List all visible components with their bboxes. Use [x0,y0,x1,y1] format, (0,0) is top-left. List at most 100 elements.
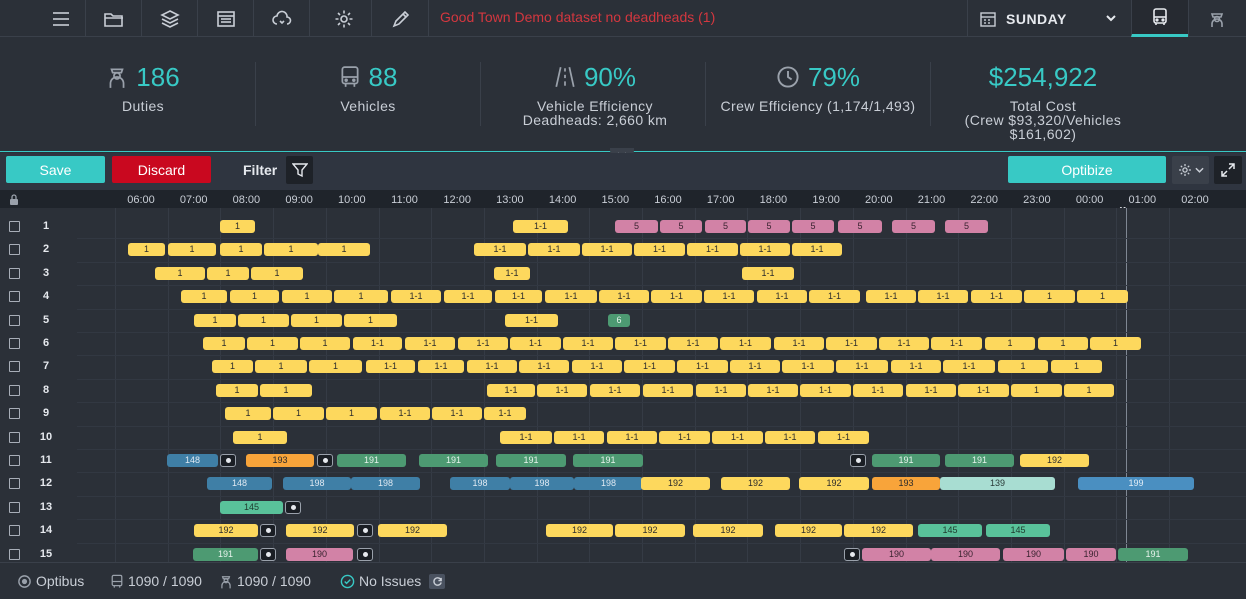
depot-chip[interactable] [220,454,236,467]
trip-block[interactable]: 1 [1077,290,1128,304]
trip-block[interactable]: 190 [1003,547,1064,561]
trip-block[interactable]: 1-1 [730,360,780,374]
trip-block[interactable]: 5 [705,220,746,233]
trip-block[interactable]: 145 [918,524,982,538]
trip-block[interactable]: 145 [986,524,1050,538]
table-row[interactable]: 3 1 1 1 1-1 1-1 [0,262,1246,285]
trip-block[interactable]: 1 [282,290,332,304]
trip-block[interactable]: 1-1 [634,243,685,257]
trip-block[interactable]: 1-1 [380,407,430,421]
trip-block[interactable]: 1-1 [353,337,402,350]
row-checkbox[interactable] [9,408,20,420]
trip-block[interactable]: 1 [1090,337,1141,350]
trip-block[interactable]: 1 [1011,383,1062,397]
depot-chip[interactable] [850,454,866,467]
trip-block[interactable]: 1 [264,243,318,257]
trip-block[interactable]: 1 [1051,360,1102,374]
trip-block[interactable]: 1 [168,243,216,257]
trip-block[interactable]: 1-1 [659,430,710,444]
trip-block[interactable]: 1-1 [866,290,916,304]
trip-block[interactable]: 1 [255,360,307,374]
trip-block[interactable]: 198 [283,477,351,491]
trip-block[interactable]: 1-1 [757,290,807,304]
trip-block[interactable]: 190 [286,547,353,561]
trip-block[interactable]: 192 [693,524,763,538]
lock-icon[interactable] [9,194,19,205]
trip-block[interactable]: 1-1 [607,430,657,444]
trip-block[interactable]: 1-1 [853,383,903,397]
trip-block[interactable]: 191 [872,454,940,467]
trip-block[interactable]: 1-1 [528,243,580,257]
trip-block[interactable]: 1-1 [704,290,754,304]
trip-block[interactable]: 1-1 [818,430,869,444]
trip-block[interactable]: 1 [194,313,236,327]
trip-block[interactable]: 1-1 [906,383,956,397]
trip-block[interactable]: 1-1 [826,337,877,350]
cloud-sync-button[interactable] [254,0,310,37]
trip-block[interactable]: 198 [510,477,574,491]
trip-block[interactable]: 1 [233,430,287,444]
row-checkbox[interactable] [9,431,20,443]
row-checkbox[interactable] [9,361,20,373]
trip-block[interactable]: 191 [337,454,406,467]
trip-block[interactable]: 1-1 [836,360,888,374]
row-checkbox[interactable] [9,384,20,396]
trip-block[interactable]: 1 [220,243,262,257]
trip-block[interactable]: 1-1 [720,337,771,350]
trip-block[interactable]: 5 [615,220,658,233]
trip-block[interactable]: 1-1 [809,290,860,304]
trip-block[interactable]: 191 [573,454,643,467]
vehicle-view-button[interactable] [1131,0,1188,37]
trip-block[interactable]: 1-1 [677,360,728,374]
trip-block[interactable]: 191 [945,454,1014,467]
trip-block[interactable]: 1 [291,313,342,327]
trip-block[interactable]: 1-1 [513,220,568,233]
table-row[interactable]: 12 148 198 198 198 198 198 192 192 192 193 139 199 [0,472,1246,495]
trip-block[interactable]: 1-1 [742,266,794,280]
table-row[interactable]: 7 1 1 1 1-1 1-1 1-1 1-1 1-1 1-1 1-1 1-1 1-1 1-1 1-1 1-1… [0,355,1246,378]
layers-button[interactable] [142,0,198,37]
trip-block[interactable]: 1 [247,337,298,350]
trip-block[interactable]: 190 [931,547,1000,561]
row-checkbox[interactable] [9,314,20,326]
depot-chip[interactable] [357,524,373,538]
trip-block[interactable]: 192 [286,524,354,538]
trip-block[interactable]: 1 [326,407,377,421]
day-selector[interactable]: SUNDAY [967,0,1131,37]
row-checkbox[interactable] [9,478,20,490]
trip-block[interactable]: 1-1 [958,383,1009,397]
trip-block[interactable]: 5 [660,220,702,233]
row-checkbox[interactable] [9,525,20,537]
trip-block[interactable]: 1-1 [599,290,649,304]
menu-button[interactable] [36,0,86,37]
trip-block[interactable]: 1 [207,266,249,280]
trip-block[interactable]: 191 [496,454,566,467]
filter-button[interactable] [286,156,313,184]
trip-block[interactable]: 191 [193,547,258,561]
trip-block[interactable]: 145 [220,500,283,514]
refresh-icon[interactable] [429,573,446,589]
trip-block[interactable]: 1 [203,337,245,350]
trip-block[interactable]: 1 [260,383,312,397]
trip-block[interactable]: 1-1 [467,360,517,374]
trip-block[interactable]: 192 [194,524,258,538]
trip-block[interactable]: 1-1 [615,337,666,350]
trip-block[interactable]: 1-1 [554,430,604,444]
trip-block[interactable]: 1-1 [366,360,415,374]
row-checkbox[interactable] [9,501,20,513]
trip-block[interactable]: 1-1 [774,337,824,350]
trip-block[interactable]: 1-1 [505,313,558,327]
trip-block[interactable]: 1-1 [687,243,738,257]
trip-block[interactable]: 1-1 [971,290,1022,304]
trip-block[interactable]: 1-1 [879,337,929,350]
trip-block[interactable]: 148 [207,477,272,491]
trip-block[interactable]: 1 [216,383,258,397]
trip-block[interactable]: 1 [1064,383,1114,397]
table-row[interactable]: 13 145 [0,496,1246,519]
table-row[interactable]: 15 191 190 190 190 190 190 191 [0,543,1246,562]
trip-block[interactable]: 1-1 [891,360,941,374]
table-row[interactable]: 1 1 1-1 5 5 5 5 5 5 5 5 [0,215,1246,238]
trip-block[interactable]: 1-1 [494,266,530,280]
trip-block[interactable]: 1-1 [500,430,552,444]
row-checkbox[interactable] [9,267,20,279]
